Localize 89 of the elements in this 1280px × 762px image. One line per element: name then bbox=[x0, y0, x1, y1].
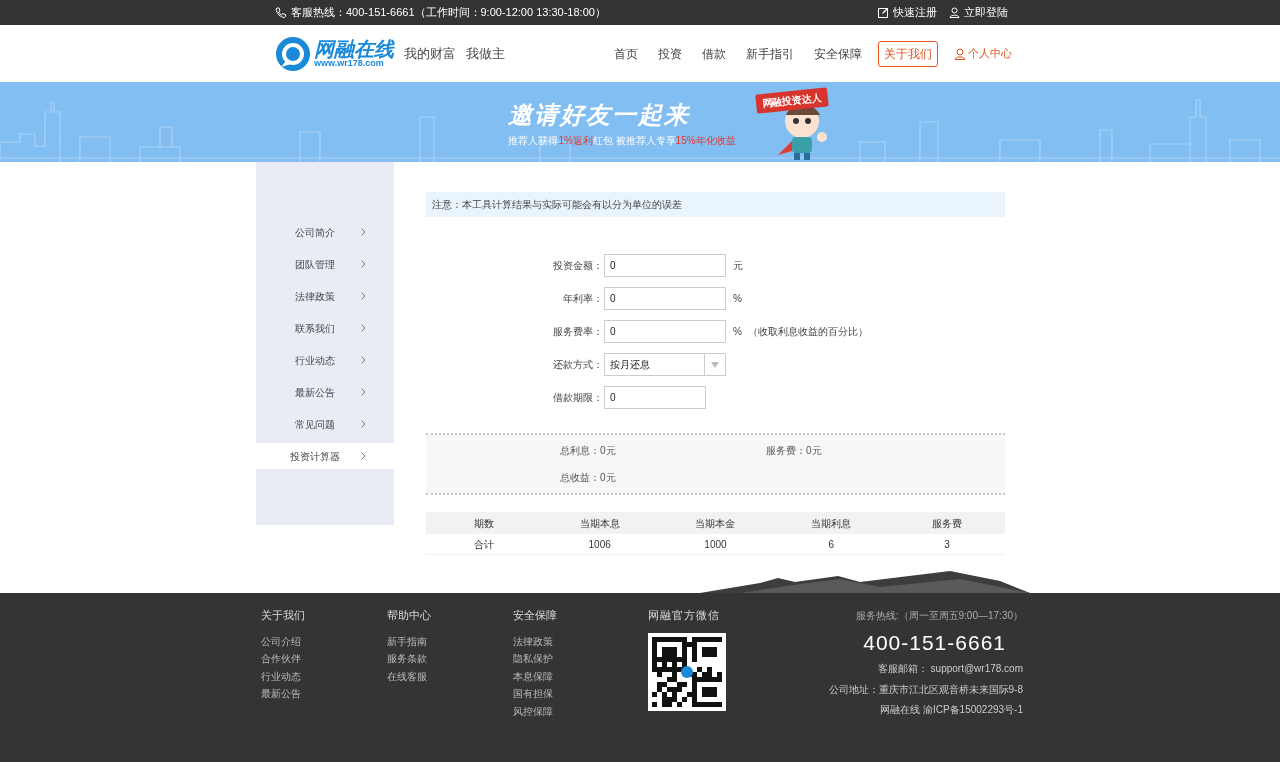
footer-icp: 网融在线 渝ICP备15002293号-1 bbox=[880, 702, 1023, 717]
chevron-right-icon bbox=[361, 356, 366, 364]
footer-email: 客服邮箱： support@wr178.com bbox=[877, 661, 1023, 676]
user-icon bbox=[954, 47, 966, 60]
slogan-text: 我的财富 bbox=[404, 44, 456, 63]
service-hours: 服务热线:（周一至周五9:00—17:30） bbox=[855, 609, 1023, 623]
column-header: 服务费 bbox=[931, 516, 964, 531]
nav-tab[interactable]: 投资 bbox=[650, 40, 690, 67]
nav-tab[interactable]: 首页 bbox=[606, 40, 646, 67]
unit-text: % bbox=[733, 325, 742, 339]
footer-link[interactable]: 服务条款 bbox=[387, 650, 513, 668]
phone-icon bbox=[275, 6, 287, 19]
sidebar-item[interactable]: 投资计算器 bbox=[256, 443, 394, 469]
summary-text: 总利息：0元 bbox=[560, 444, 617, 458]
sidebar-item[interactable]: 联系我们 bbox=[256, 315, 394, 341]
footer-link[interactable]: 本息保障 bbox=[513, 667, 639, 685]
nav-tab[interactable]: 安全保障 bbox=[806, 40, 870, 67]
sidebar-item[interactable]: 法律政策 bbox=[256, 283, 394, 309]
field-label: 年利率： bbox=[562, 292, 604, 306]
qr-code-icon bbox=[648, 632, 726, 711]
footer-heading: 安全保障 bbox=[513, 608, 558, 623]
hotline-text: 客服热线：400-151-6661（工作时间：9:00-12:00 13:30-18:00） bbox=[291, 5, 606, 21]
sidebar-item[interactable]: 常见问题 bbox=[256, 411, 394, 437]
unit-text: % bbox=[733, 292, 742, 306]
top-link[interactable]: 快速注册 bbox=[878, 4, 937, 21]
chevron-right-icon bbox=[361, 420, 366, 428]
dropdown-arrow-icon bbox=[711, 361, 719, 368]
column-header: 当期本金 bbox=[694, 516, 737, 531]
sidebar-item[interactable]: 最新公告 bbox=[256, 379, 394, 405]
field-label: 借款期限： bbox=[552, 391, 604, 405]
top-link[interactable]: 立即登陆 bbox=[949, 4, 1008, 21]
unit-text: 元 bbox=[733, 259, 743, 273]
sidebar-item[interactable]: 公司简介 bbox=[256, 219, 394, 245]
field-label: 还款方式： bbox=[552, 358, 604, 372]
input-field[interactable]: 0 bbox=[604, 320, 726, 343]
nav-tab[interactable]: 借款 bbox=[694, 40, 734, 67]
dropdown[interactable]: 按月还息 bbox=[604, 353, 726, 376]
footer-link[interactable]: 行业动态 bbox=[261, 667, 387, 685]
input-field[interactable]: 0 bbox=[604, 386, 706, 409]
logo-icon bbox=[276, 36, 310, 71]
nav-tab[interactable]: 关于我们 bbox=[878, 40, 938, 67]
footer-heading: 关于我们 bbox=[261, 608, 306, 623]
table-cell-text: 1006 bbox=[587, 537, 612, 552]
footer-link[interactable]: 公司介绍 bbox=[261, 632, 387, 650]
nav-tab[interactable]: 新手指引 bbox=[738, 40, 802, 67]
field-label: 投资金额： bbox=[552, 259, 604, 273]
column-header: 当期利息 bbox=[810, 516, 853, 531]
table-cell-text: 1000 bbox=[703, 537, 728, 552]
footer-heading: 帮助中心 bbox=[387, 608, 432, 623]
input-field[interactable]: 0 bbox=[604, 287, 726, 310]
ribbon-label: 网融投资达人 bbox=[754, 87, 829, 114]
summary-text: 服务费：0元 bbox=[766, 444, 823, 458]
slogan-text: 我做主 bbox=[466, 44, 505, 63]
chevron-right-icon bbox=[361, 260, 366, 268]
footer-link[interactable]: 法律政策 bbox=[513, 632, 639, 650]
footer-link[interactable]: 国有担保 bbox=[513, 685, 639, 703]
user-center-link[interactable]: 个人中心 bbox=[954, 45, 1012, 62]
chevron-right-icon bbox=[361, 452, 366, 460]
footer-link[interactable]: 合作伙伴 bbox=[261, 650, 387, 668]
field-note: （收取利息收益的百分比） bbox=[747, 325, 868, 339]
banner-title: 邀请好友一起来 bbox=[508, 99, 691, 130]
logo-url: www.wr178.com bbox=[314, 59, 384, 68]
footer-link[interactable]: 新手指南 bbox=[387, 632, 513, 650]
chevron-right-icon bbox=[361, 228, 366, 236]
field-label: 服务费率： bbox=[552, 325, 604, 339]
footer-link[interactable]: 隐私保护 bbox=[513, 650, 639, 668]
chevron-right-icon bbox=[361, 292, 366, 300]
footer-link[interactable]: 最新公告 bbox=[261, 685, 387, 703]
notice-text: 注意：本工具计算结果与实际可能会有以分为单位的误差 bbox=[432, 198, 682, 212]
chevron-right-icon bbox=[361, 388, 366, 396]
wechat-title: 网融官方微信 bbox=[648, 608, 721, 623]
table-cell-text: 合计 bbox=[472, 537, 495, 552]
edit-icon bbox=[878, 7, 889, 18]
column-header: 当期本息 bbox=[578, 516, 621, 531]
footer-phone: 400-151-6661 bbox=[863, 630, 1006, 656]
footer-link[interactable]: 风控保障 bbox=[513, 702, 639, 720]
logo-name: 网融在线 bbox=[314, 39, 394, 59]
user-icon bbox=[949, 7, 960, 18]
sidebar-item[interactable]: 行业动态 bbox=[256, 347, 394, 373]
column-header: 期数 bbox=[472, 516, 495, 531]
sidebar-item[interactable]: 团队管理 bbox=[256, 251, 394, 277]
input-field[interactable]: 0 bbox=[604, 254, 726, 277]
banner-subtitle: 推荐人获得1%返利红包 被推荐人专享15%年化收益 bbox=[508, 133, 736, 148]
footer-address: 公司地址：重庆市江北区观音桥未来国际9-8 bbox=[828, 682, 1023, 697]
chevron-right-icon bbox=[361, 324, 366, 332]
footer-link[interactable]: 在线客服 bbox=[387, 667, 513, 685]
summary-text: 总收益：0元 bbox=[560, 471, 617, 485]
table-cell-text: 6 bbox=[827, 537, 836, 552]
table-cell-text: 3 bbox=[943, 537, 951, 552]
